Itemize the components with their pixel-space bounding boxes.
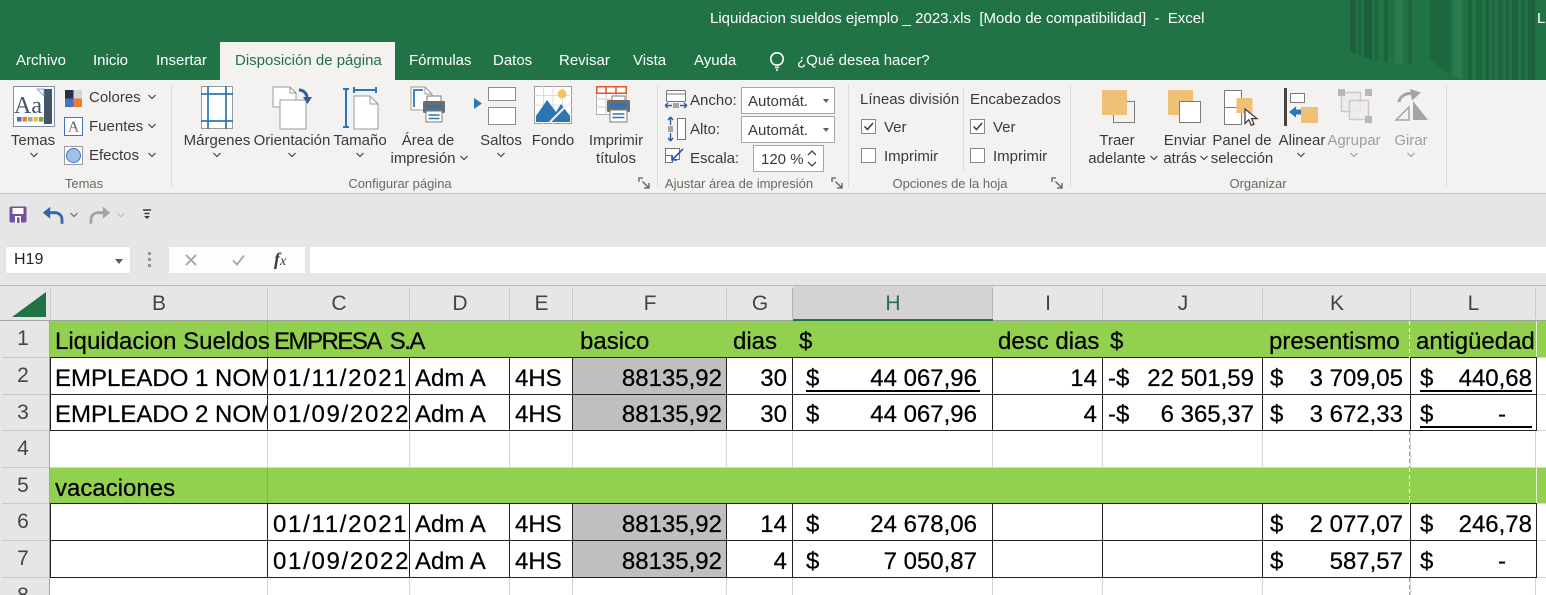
svg-text:Aa: Aa — [14, 93, 42, 119]
svg-text:A: A — [68, 119, 80, 136]
